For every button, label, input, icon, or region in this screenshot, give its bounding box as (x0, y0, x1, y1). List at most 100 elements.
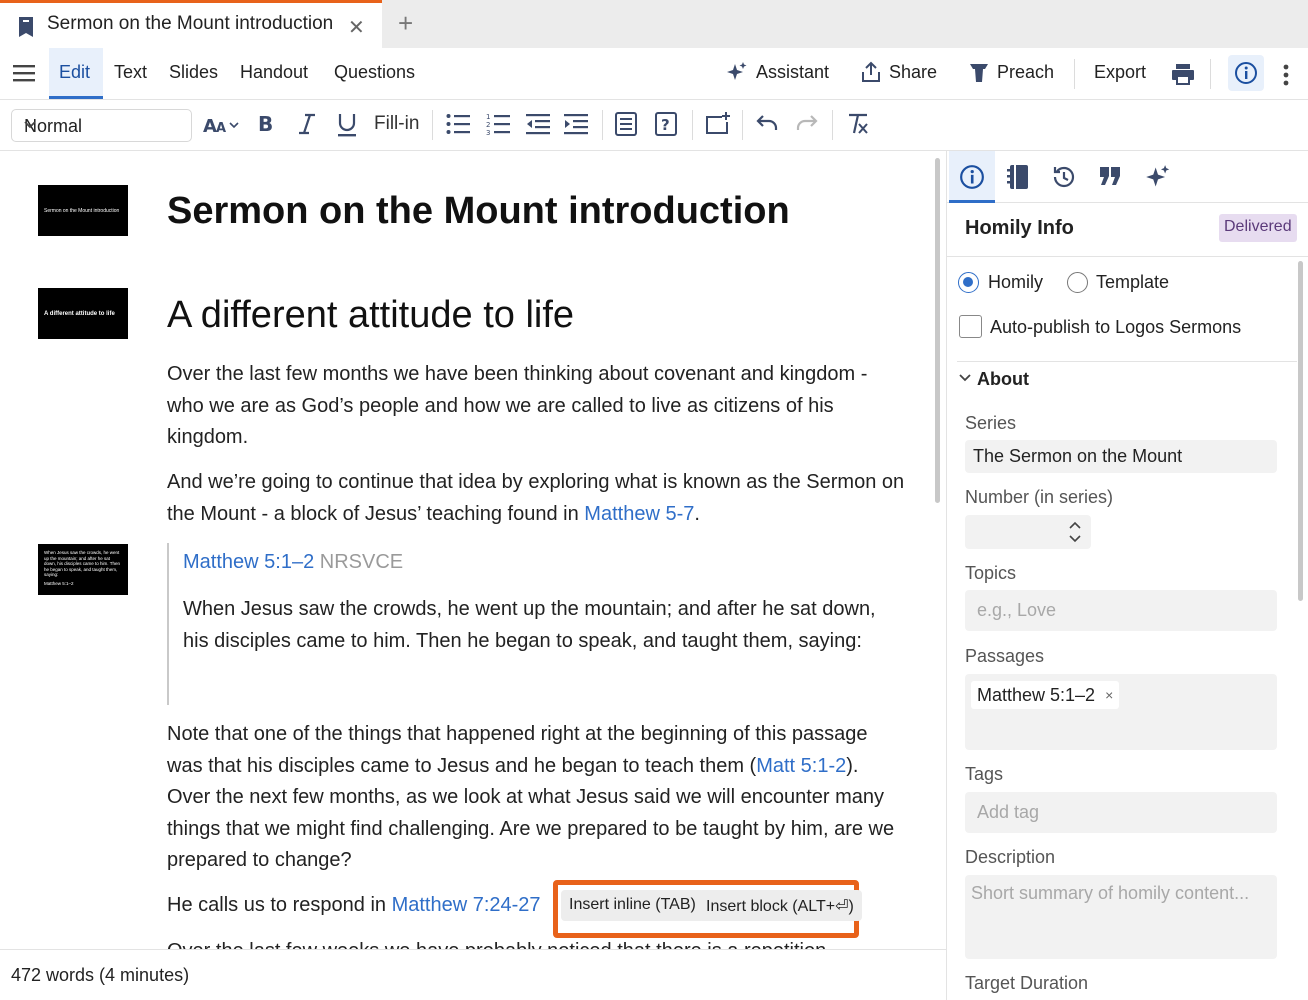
menu-handout[interactable]: Handout (240, 62, 308, 83)
tab-info[interactable] (949, 151, 995, 203)
tab-title: Sermon on the Mount introduction (47, 13, 334, 34)
bible-version: NRSVCE (319, 551, 404, 573)
clear-formatting-icon[interactable] (847, 113, 869, 135)
document-title: Sermon on the Mount introduction (167, 190, 790, 232)
paragraph: Note that one of the things that happene… (167, 723, 895, 871)
series-field[interactable]: The Sermon on the Mount (965, 440, 1277, 473)
more-options-icon[interactable] (1282, 63, 1290, 87)
question-block-icon[interactable]: ? (655, 112, 677, 136)
paragraph: Over the last few months we have been th… (167, 363, 868, 448)
passages-label: Passages (965, 646, 1045, 666)
toolbar-divider (602, 110, 603, 140)
font-size-icon[interactable]: AA (203, 114, 243, 136)
history-icon[interactable] (1051, 164, 1077, 190)
scripture-link[interactable]: Matthew 5-7 (584, 503, 694, 525)
preach-button[interactable]: Preach (969, 61, 1054, 83)
panel-title: Homily Info (965, 217, 1074, 239)
passages-input[interactable]: Matthew 5:1–2 × (965, 674, 1277, 750)
toolbar-divider (432, 110, 433, 140)
format-toolbar: Normal AA B Fill-in 123 ? (0, 100, 1308, 151)
quote-bar (167, 543, 169, 705)
menu-text[interactable]: Text (114, 62, 147, 83)
hamburger-menu-icon[interactable] (13, 64, 35, 82)
info-panel: Homily Info Delivered Homily Template Au… (946, 151, 1308, 1000)
tags-input[interactable]: Add tag (965, 792, 1277, 833)
outdent-icon[interactable] (526, 113, 550, 135)
autopublish-checkbox[interactable] (959, 315, 982, 338)
panel-divider (947, 256, 1308, 257)
tags-label: Tags (965, 764, 1004, 784)
menu-divider (1074, 59, 1075, 89)
new-tab-icon[interactable]: + (398, 10, 413, 36)
fill-in-button[interactable]: Fill-in (374, 113, 419, 135)
toolbar-divider (742, 110, 743, 140)
svg-text:2: 2 (486, 121, 490, 129)
insert-suggestion-popup: Insert inline (TAB) Insert block (ALT+⏎) (553, 880, 862, 938)
description-label: Description (965, 847, 1056, 867)
sparkle-icon (726, 61, 748, 83)
target-duration-label: Target Duration (965, 973, 1089, 993)
topics-input[interactable]: e.g., Love (965, 590, 1277, 631)
numbered-list-icon[interactable]: 123 (486, 112, 510, 136)
quote-icon[interactable] (1098, 164, 1122, 188)
bold-icon[interactable]: B (258, 112, 276, 136)
remove-passage-icon[interactable]: × (1105, 687, 1113, 703)
autopublish-label: Auto-publish to Logos Sermons (990, 317, 1242, 337)
print-icon[interactable] (1171, 63, 1195, 85)
notebook-icon[interactable] (1007, 164, 1029, 190)
menu-edit[interactable]: Edit (49, 48, 103, 99)
info-panel-toggle[interactable] (1228, 55, 1264, 91)
topics-label: Topics (965, 563, 1017, 583)
slide-thumbnail[interactable]: When Jesus saw the crowds, he went up th… (38, 544, 128, 595)
paragraph-style-select[interactable]: Normal (11, 109, 192, 142)
status-bar: 472 words (4 minutes) (0, 949, 946, 1000)
document-tab[interactable]: Sermon on the Mount introduction ✕ (0, 0, 382, 48)
italic-icon[interactable] (297, 112, 317, 136)
menu-slides[interactable]: Slides (169, 62, 218, 83)
svg-text:A: A (203, 116, 217, 136)
menu-questions[interactable]: Questions (334, 62, 415, 83)
scripture-link[interactable]: Matthew 7:24-27 (392, 894, 541, 916)
slide-thumbnail[interactable]: A different attitude to life (38, 288, 128, 339)
chevron-down-icon[interactable] (959, 374, 971, 382)
toolbar-divider (692, 110, 693, 140)
scripture-link[interactable]: Matthew 5:1–2 (183, 551, 314, 573)
scripture-link[interactable]: Matt 5:1-2 (756, 755, 846, 777)
block-icon[interactable] (615, 112, 637, 136)
template-radio[interactable] (1067, 272, 1088, 293)
homily-radio[interactable] (958, 272, 979, 293)
passage-tag: Matthew 5:1–2 × (971, 681, 1120, 709)
description-textarea[interactable]: Short summary of homily content... (965, 875, 1277, 959)
svg-text:A: A (216, 121, 226, 136)
sparkle-icon[interactable] (1145, 164, 1171, 190)
export-button[interactable]: Export (1094, 62, 1146, 83)
slide-thumbnail[interactable]: Sermon on the Mount introduction (38, 185, 128, 236)
stepper-arrows-icon[interactable] (1069, 520, 1081, 544)
add-slide-icon[interactable] (706, 111, 730, 135)
scripture-reference: Matthew 5:1–2 NRSVCE (183, 547, 903, 579)
share-button[interactable]: Share (861, 61, 937, 83)
undo-icon[interactable] (755, 114, 779, 132)
template-radio-label: Template (1096, 272, 1170, 292)
menu-bar: Edit Text Slides Handout Questions Assis… (0, 48, 1308, 100)
svg-text:1: 1 (486, 113, 490, 121)
redo-icon[interactable] (795, 114, 819, 132)
about-section-header[interactable]: About (977, 369, 1029, 390)
lectern-icon (969, 61, 989, 83)
bullet-list-icon[interactable] (446, 113, 470, 135)
insert-inline-button[interactable]: Insert inline (TAB) (561, 890, 704, 921)
insert-block-button[interactable]: Insert block (ALT+⏎) (698, 890, 862, 921)
document-editor[interactable]: Sermon on the Mount introduction Sermon … (0, 151, 946, 949)
underline-icon[interactable] (337, 112, 357, 138)
menu-divider (1210, 59, 1211, 89)
number-stepper[interactable] (965, 515, 1091, 549)
assistant-button[interactable]: Assistant (726, 61, 829, 83)
indent-icon[interactable] (564, 113, 588, 135)
close-tab-icon[interactable]: ✕ (348, 15, 365, 40)
editor-scrollbar[interactable] (935, 158, 940, 503)
paragraph: And we’re going to continue that idea by… (167, 471, 905, 525)
scripture-quote: When Jesus saw the crowds, he went up th… (183, 598, 876, 652)
chevron-down-icon (24, 121, 183, 129)
panel-scrollbar[interactable] (1298, 261, 1303, 601)
toolbar-divider (832, 110, 833, 140)
